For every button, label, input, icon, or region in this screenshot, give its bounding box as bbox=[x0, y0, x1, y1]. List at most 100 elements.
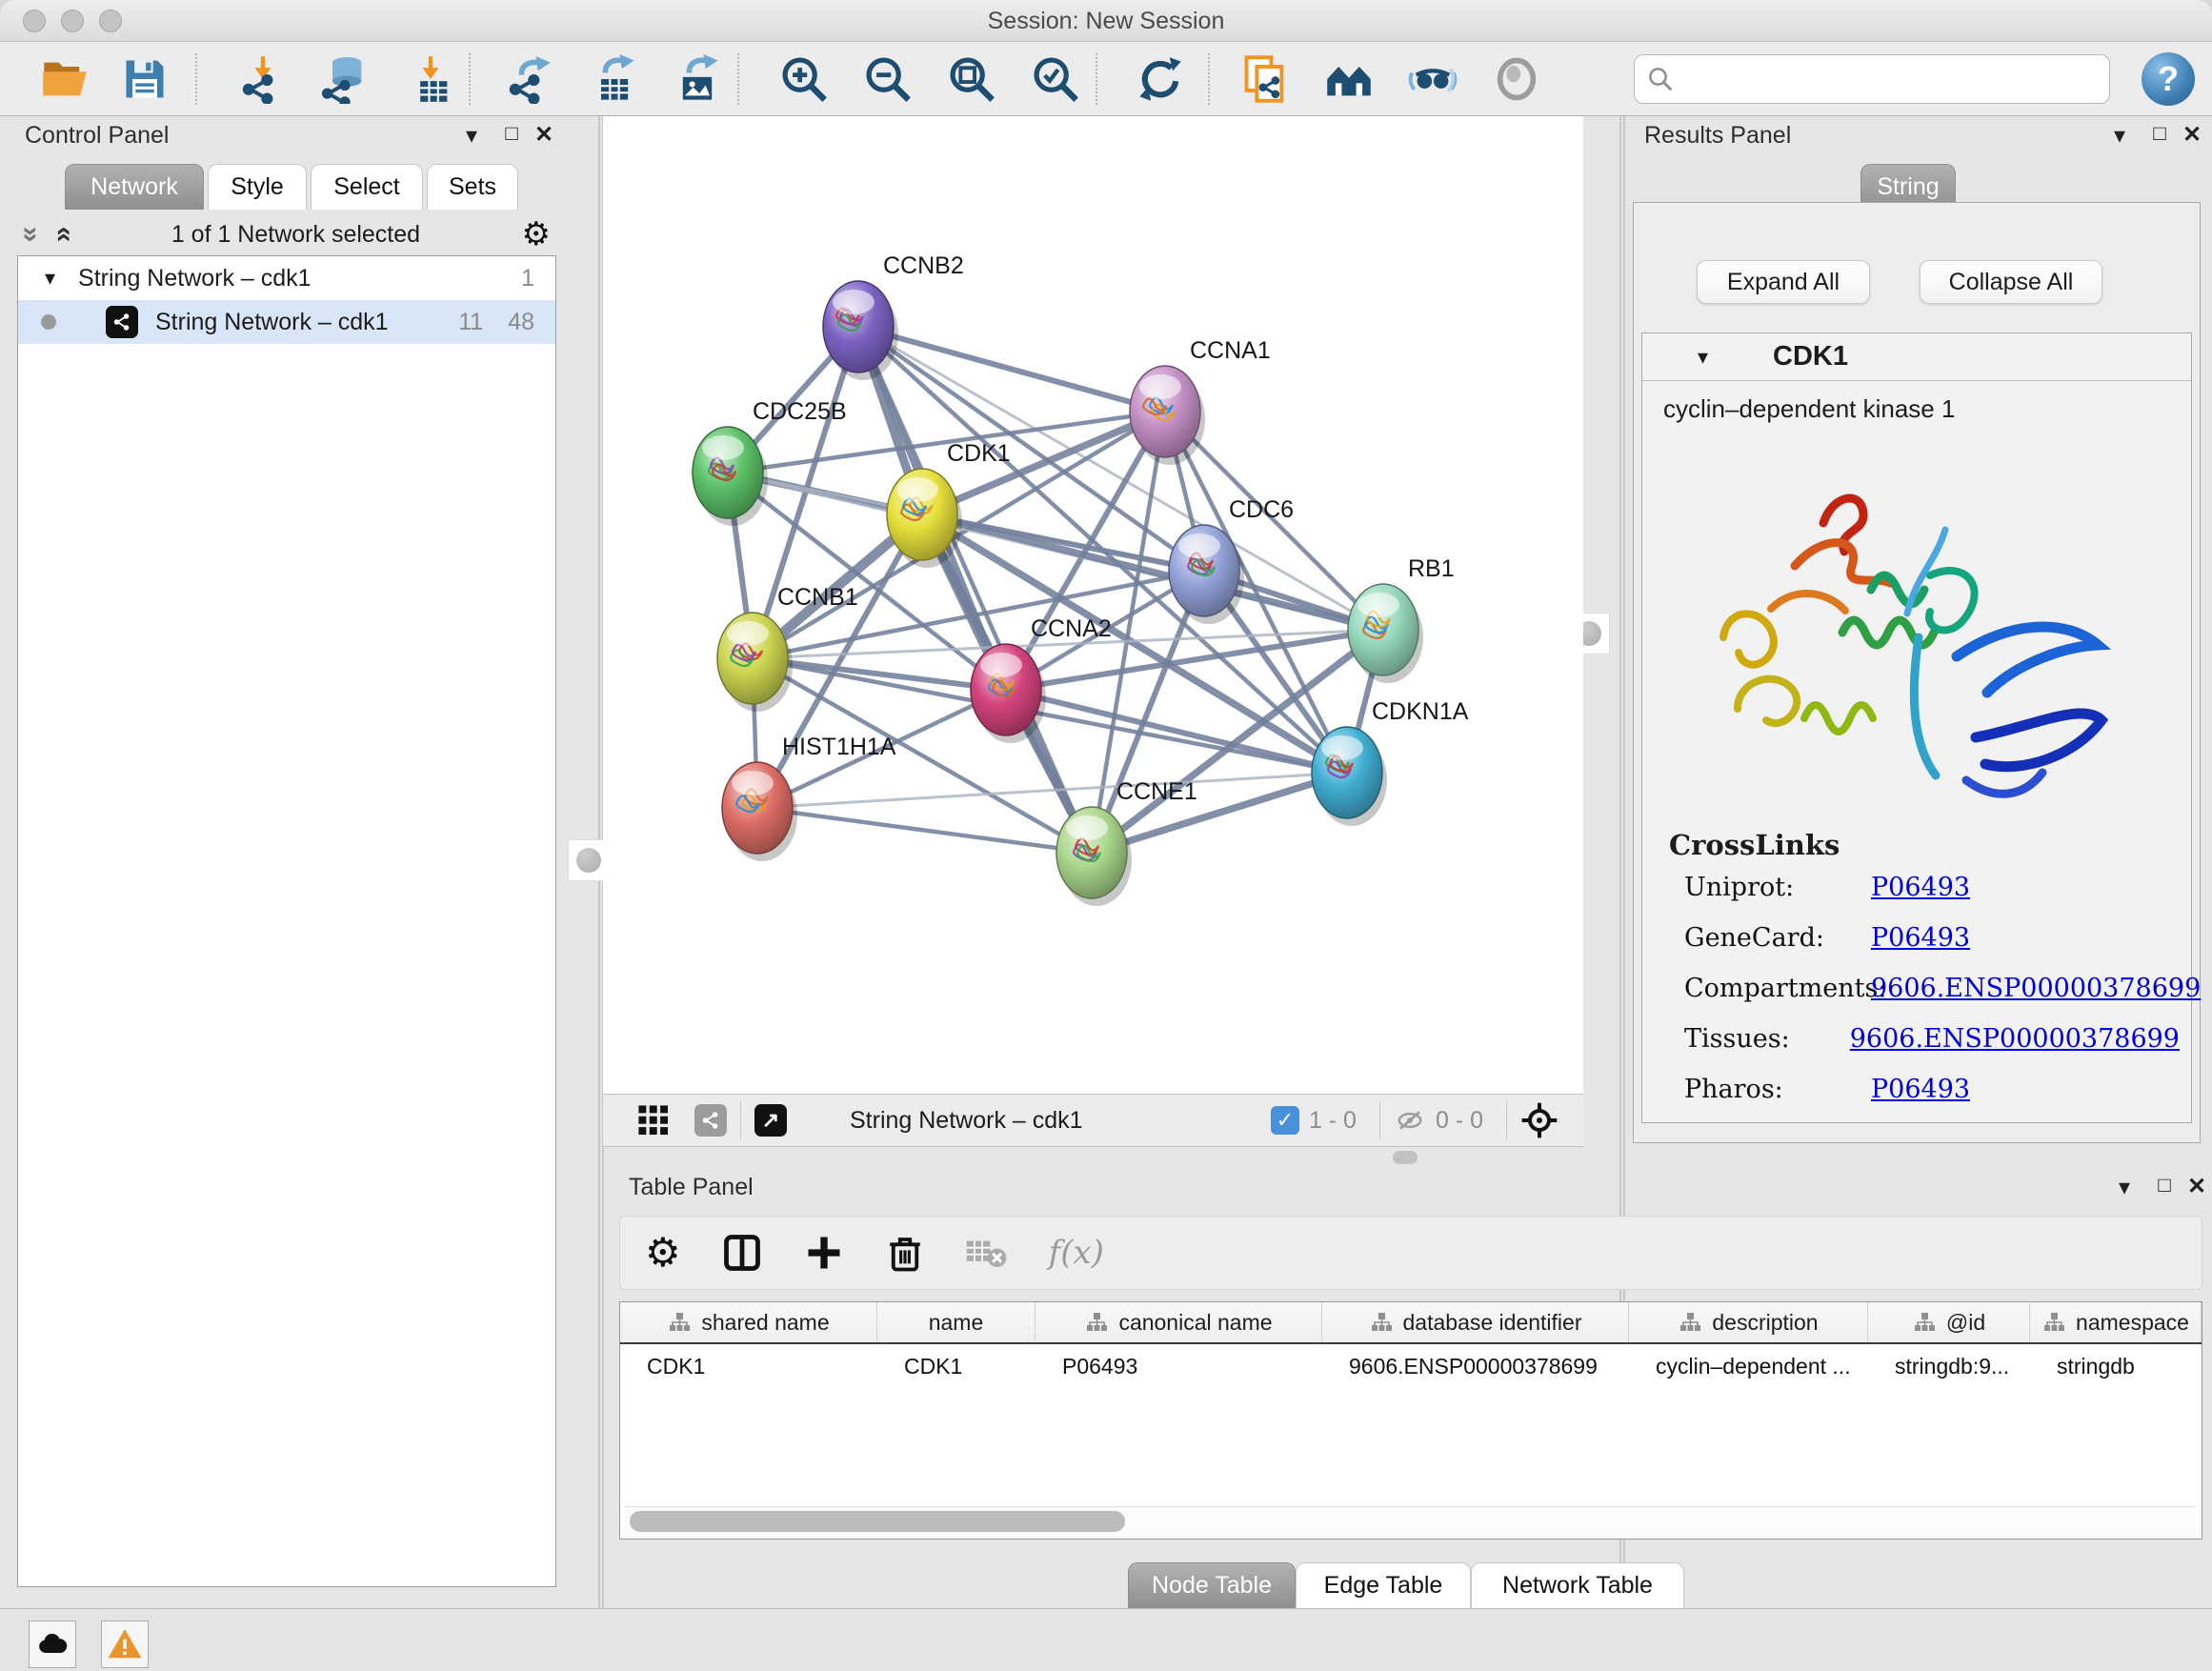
zoom-out-button[interactable] bbox=[857, 50, 918, 108]
collection-expander-icon[interactable]: ▾ bbox=[45, 266, 55, 291]
tab-select[interactable]: Select bbox=[311, 164, 423, 210]
open-session-button[interactable] bbox=[34, 50, 95, 108]
close-panel-icon[interactable]: ✕ bbox=[2176, 121, 2208, 149]
help-button[interactable]: ? bbox=[2142, 52, 2195, 106]
crosslink-link[interactable]: P06493 bbox=[1871, 873, 1970, 902]
network-node-label: CCNA1 bbox=[1190, 337, 1271, 364]
column-header-database-identifier[interactable]: database identifier bbox=[1322, 1302, 1629, 1342]
float-panel-icon[interactable]: □ bbox=[2143, 121, 2176, 146]
organism-homes-button[interactable] bbox=[1318, 50, 1379, 108]
table-cell[interactable]: stringdb:9... bbox=[1868, 1344, 2030, 1388]
gene-expander-icon[interactable]: ▾ bbox=[1698, 345, 1708, 370]
table-row[interactable]: CDK1CDK1P064939606.ENSP00000378699cyclin… bbox=[620, 1344, 2202, 1388]
expand-all-networks-icon[interactable]: » bbox=[14, 227, 47, 243]
network-options-gear-icon[interactable]: ⚙ bbox=[522, 218, 551, 251]
table-settings-gear-icon[interactable]: ⚙ bbox=[645, 1233, 681, 1273]
import-network-button[interactable] bbox=[232, 50, 293, 108]
save-session-button[interactable] bbox=[114, 50, 175, 108]
network-node[interactable] bbox=[1348, 584, 1423, 683]
tab-edge-table[interactable]: Edge Table bbox=[1296, 1562, 1471, 1608]
zoom-fit-button[interactable] bbox=[941, 50, 1002, 108]
network-view-type-icon[interactable] bbox=[694, 1104, 727, 1137]
float-panel-icon[interactable]: □ bbox=[2148, 1173, 2181, 1198]
grid-view-icon[interactable] bbox=[637, 1104, 670, 1137]
zoom-selected-button[interactable] bbox=[1025, 50, 1086, 108]
import-table-button[interactable] bbox=[400, 50, 461, 108]
float-panel-icon[interactable]: □ bbox=[495, 121, 528, 146]
close-panel-icon[interactable]: ✕ bbox=[528, 121, 560, 149]
string-documents-button[interactable] bbox=[1235, 50, 1296, 108]
zoom-in-button[interactable] bbox=[774, 50, 835, 108]
network-graph[interactable]: CCNB2CCNA1CDC25BCDK1CDC6RB1CCNB1CCNA2CDK… bbox=[603, 116, 1583, 1094]
export-image-button[interactable] bbox=[667, 50, 728, 108]
hidden-count: 0 - 0 bbox=[1436, 1107, 1483, 1135]
column-header-shared-name[interactable]: shared name bbox=[620, 1302, 877, 1342]
tab-style[interactable]: Style bbox=[208, 164, 307, 210]
tab-node-table[interactable]: Node Table bbox=[1128, 1562, 1296, 1608]
create-column-plus-icon[interactable] bbox=[803, 1232, 845, 1274]
expand-all-button[interactable]: Expand All bbox=[1697, 260, 1870, 304]
warnings-button[interactable] bbox=[101, 1621, 149, 1668]
gene-symbol: CDK1 bbox=[1773, 341, 1848, 372]
open-folder-icon bbox=[40, 54, 90, 104]
table-cell[interactable]: stringdb bbox=[2030, 1344, 2202, 1388]
horizontal-scrollbar[interactable] bbox=[624, 1506, 2196, 1535]
network-label: String Network – cdk1 bbox=[155, 309, 389, 336]
network-row[interactable]: String Network – cdk1 11 48 bbox=[18, 300, 555, 344]
column-header-description[interactable]: description bbox=[1629, 1302, 1868, 1342]
network-node-label: CCNB1 bbox=[777, 584, 858, 611]
network-node[interactable] bbox=[971, 644, 1046, 743]
birdseye-crosshair-icon[interactable] bbox=[1520, 1101, 1558, 1139]
search-box[interactable] bbox=[1634, 54, 2110, 104]
crosslinks-list: Uniprot:P06493GeneCard:P06493Compartment… bbox=[1684, 873, 2180, 1125]
network-column-icon bbox=[667, 1311, 692, 1334]
column-header-canonical-name[interactable]: canonical name bbox=[1036, 1302, 1322, 1342]
network-node-label: CDC6 bbox=[1229, 496, 1294, 523]
crosslink-link[interactable]: P06493 bbox=[1871, 923, 1970, 953]
export-network-button[interactable] bbox=[499, 50, 560, 108]
table-cell[interactable]: P06493 bbox=[1036, 1344, 1322, 1388]
table-cell[interactable]: cyclin–dependent ... bbox=[1629, 1344, 1868, 1388]
import-database-button[interactable] bbox=[314, 50, 375, 108]
save-floppy-icon bbox=[120, 54, 170, 104]
current-network-name: String Network – cdk1 bbox=[850, 1107, 1083, 1135]
collapse-panel-icon[interactable]: ▾ bbox=[2103, 122, 2136, 150]
network-node[interactable] bbox=[722, 762, 797, 861]
network-node[interactable] bbox=[1056, 807, 1132, 906]
collapse-panel-icon[interactable]: ▾ bbox=[455, 122, 488, 150]
collapse-panel-icon[interactable]: ▾ bbox=[2108, 1174, 2141, 1201]
tab-network-table[interactable]: Network Table bbox=[1471, 1562, 1684, 1608]
scrollbar-thumb[interactable] bbox=[630, 1511, 1125, 1532]
show-columns-icon[interactable] bbox=[721, 1232, 763, 1274]
collapse-all-networks-icon[interactable]: » bbox=[46, 227, 78, 243]
table-cell[interactable]: 9606.ENSP00000378699 bbox=[1322, 1344, 1629, 1388]
network-collection-row[interactable]: ▾ String Network – cdk1 1 bbox=[18, 256, 555, 300]
export-table-button[interactable] bbox=[583, 50, 644, 108]
collapse-all-button[interactable]: Collapse All bbox=[1920, 260, 2102, 304]
cloud-button[interactable] bbox=[29, 1621, 76, 1668]
close-panel-icon[interactable]: ✕ bbox=[2181, 1173, 2212, 1200]
table-cell[interactable]: CDK1 bbox=[620, 1344, 877, 1388]
network-node[interactable] bbox=[1312, 727, 1387, 826]
network-edge[interactable] bbox=[757, 808, 1092, 853]
tab-network[interactable]: Network bbox=[65, 164, 204, 210]
crosslink-link[interactable]: 9606.ENSP00000378699 bbox=[1850, 1024, 2180, 1054]
crosslink-link[interactable]: 9606.ENSP00000378699 bbox=[1871, 974, 2201, 1003]
table-panel-title: Table Panel bbox=[629, 1174, 754, 1201]
crosslink-link[interactable]: P06493 bbox=[1871, 1075, 1970, 1104]
hide-panels-button[interactable] bbox=[1402, 50, 1463, 108]
column-header--id[interactable]: @id bbox=[1868, 1302, 2030, 1342]
show-panels-button[interactable] bbox=[1486, 50, 1547, 108]
open-in-window-icon[interactable]: ↗ bbox=[754, 1104, 787, 1137]
network-node[interactable] bbox=[1169, 525, 1244, 624]
table-cell[interactable]: CDK1 bbox=[877, 1344, 1036, 1388]
network-canvas[interactable]: CCNB2CCNA1CDC25BCDK1CDC6RB1CCNB1CCNA2CDK… bbox=[603, 116, 1583, 1094]
network-node[interactable] bbox=[823, 281, 898, 380]
tab-sets[interactable]: Sets bbox=[427, 164, 518, 210]
refresh-button[interactable] bbox=[1130, 50, 1191, 108]
delete-column-trash-icon[interactable] bbox=[885, 1232, 925, 1274]
column-header-namespace[interactable]: namespace bbox=[2030, 1302, 2202, 1342]
search-input[interactable] bbox=[1675, 65, 2084, 93]
gene-header[interactable]: ▾ CDK1 bbox=[1642, 333, 2191, 381]
column-header-name[interactable]: name bbox=[877, 1302, 1036, 1342]
